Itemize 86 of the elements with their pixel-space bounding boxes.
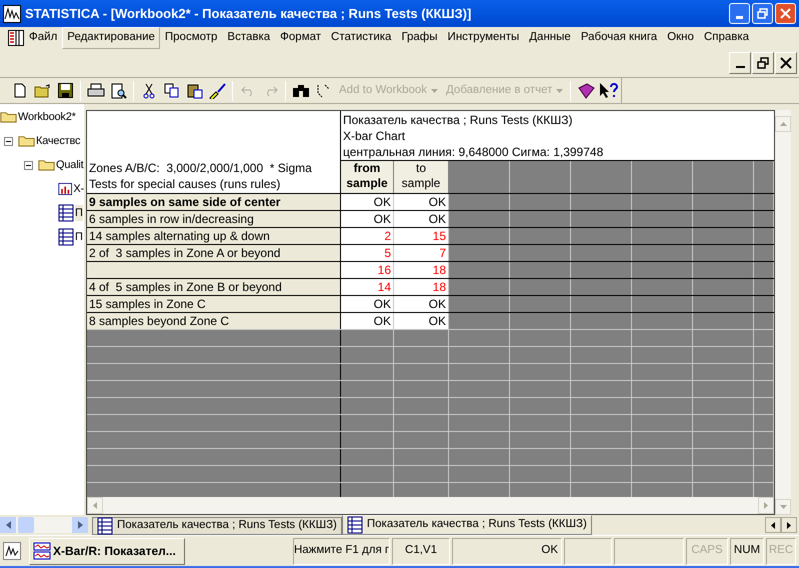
status-field: REC [766, 538, 796, 564]
tree-item[interactable]: Качествс [36, 132, 80, 150]
tree-item[interactable]: П [75, 204, 83, 222]
row-header[interactable]: 14 samples alternating up & down [87, 228, 341, 244]
column-header[interactable]: from sample [341, 161, 394, 193]
table-cell: 2 [341, 228, 394, 244]
tree-item[interactable]: П [75, 228, 83, 246]
menu-item[interactable]: Формат [275, 27, 326, 49]
tree-item[interactable]: Qualit [56, 156, 84, 174]
header-label: Tests for special causes (runs rules) [89, 176, 282, 192]
restore-icon [757, 57, 769, 69]
table-cell: OK [341, 296, 394, 312]
status-field: CAPS [686, 538, 728, 564]
minimized-window-icon[interactable] [3, 542, 21, 560]
table-cell: 16 [341, 262, 394, 278]
sheet-title: центральная линия: 9,648000 Сигма: 1,399748 [343, 144, 604, 160]
menu-item[interactable]: Окно [662, 27, 699, 49]
close-icon [780, 8, 791, 19]
horizontal-scrollbar[interactable] [0, 517, 88, 533]
table-cell: 15 [394, 228, 449, 244]
menu-item[interactable]: Графы [396, 27, 443, 49]
table-cell: 5 [341, 245, 394, 261]
menu-item[interactable]: Данные [524, 27, 576, 49]
table-cell: OK [341, 211, 394, 227]
caret-icon [556, 88, 564, 92]
status-field [564, 538, 612, 564]
taskbar-button[interactable]: X-Bar/R: Показател... [29, 538, 185, 564]
restore-icon [757, 8, 768, 19]
spreadsheet-icon [58, 204, 74, 222]
table-cell: OK [394, 211, 449, 227]
collapse-icon[interactable] [4, 136, 13, 146]
sheet-tab[interactable]: Показатель качества ; Runs Tests (ККШЗ) [92, 517, 342, 535]
table-cell: 7 [394, 245, 449, 261]
folder-icon [38, 158, 55, 172]
header-label: Zones A/B/C: 3,000/2,000/1,000 * Sigma [89, 160, 313, 176]
tree-item[interactable]: X- [73, 180, 84, 198]
menu-item[interactable]: Редактирование [62, 27, 160, 49]
row-header[interactable]: 6 samples in row in/decreasing [87, 211, 341, 227]
window-title: STATISTICA - [Workbook2* - Показатель качества ; Runs Tests (ККШЗ)] [25, 4, 472, 23]
status-field: OK [452, 538, 562, 564]
table-cell: OK [394, 313, 449, 329]
menu-item[interactable]: Рабочая книга [576, 27, 662, 49]
menu-item[interactable]: Вставка [222, 27, 276, 49]
status-field: Нажмите F1 для г [293, 538, 390, 564]
table-cell: 14 [341, 279, 394, 295]
scroll-left-icon[interactable] [0, 517, 16, 533]
chart-icon [58, 181, 72, 197]
table-cell: 18 [394, 279, 449, 295]
table-cell: 18 [394, 262, 449, 278]
chart-window-icon [33, 542, 51, 560]
status-field: C1,V1 [392, 538, 450, 564]
app-logo-icon [3, 4, 21, 22]
document-icon[interactable] [8, 30, 24, 46]
spreadsheet-icon [58, 228, 74, 246]
menu-item[interactable]: Файл [24, 27, 62, 49]
collapse-icon[interactable] [24, 160, 33, 170]
folder-icon [0, 110, 17, 124]
menu-item[interactable]: Инструменты [442, 27, 524, 49]
table-cell: OK [341, 313, 394, 329]
close-button[interactable] [775, 52, 797, 74]
menu-item[interactable]: Статистика [326, 27, 396, 49]
tab-scroll-left-icon[interactable] [765, 517, 781, 533]
table-cell: OK [341, 194, 394, 210]
table-cell: OK [394, 194, 449, 210]
sheet-tab[interactable]: Показатель качества ; Runs Tests (ККШЗ) [342, 515, 592, 535]
scroll-right-icon[interactable] [72, 517, 88, 533]
folder-icon [18, 134, 35, 148]
menu-item[interactable]: Просмотр [160, 27, 222, 49]
column-header[interactable]: to sample [394, 161, 449, 193]
close-icon [780, 57, 792, 69]
row-header[interactable]: 9 samples on same side of center [87, 194, 341, 210]
minimize-button[interactable] [729, 52, 751, 74]
restore-button[interactable] [752, 52, 774, 74]
sheet-title: Показатель качества ; Runs Tests (ККШЗ) [343, 112, 574, 128]
row-header[interactable]: 4 of 5 samples in Zone B or beyond [87, 279, 341, 295]
row-header[interactable]: 15 samples in Zone C [87, 296, 341, 312]
status-field [614, 538, 684, 564]
status-field: NUM [730, 538, 764, 564]
row-header[interactable]: 2 of 3 samples in Zone A or beyond [87, 245, 341, 261]
caret-icon [431, 88, 438, 92]
table-cell: OK [394, 296, 449, 312]
tab-scroll-right-icon[interactable] [781, 517, 797, 533]
sheet-title: X-bar Chart [343, 128, 406, 144]
tree-item[interactable]: Workbook2* [18, 108, 76, 126]
menu-item[interactable]: Справка [698, 27, 754, 49]
row-header[interactable]: 8 samples beyond Zone C [87, 313, 341, 329]
